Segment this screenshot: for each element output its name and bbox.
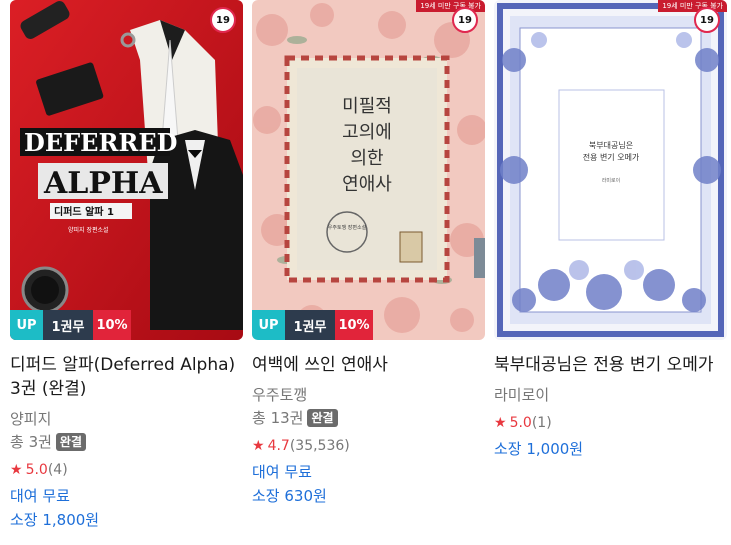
rating: ★ 5.0 (1)	[494, 413, 727, 433]
total-volumes: 총 13권	[252, 409, 304, 427]
book-cover[interactable]: 미필적 고의에 의한 연애사 우주토깽 장편소설 19세 미만 구독 불가 19…	[252, 0, 485, 340]
svg-text:양피지 장편소설: 양피지 장편소설	[68, 226, 109, 234]
svg-text:디퍼드 알파 1: 디퍼드 알파 1	[54, 205, 114, 218]
cover-art: DEFERRED ALPHA 디퍼드 알파 1 양피지 장편소설	[10, 0, 243, 340]
svg-text:ALPHA: ALPHA	[43, 166, 163, 201]
svg-text:고의에: 고의에	[342, 122, 392, 143]
rating-score: 5.0	[25, 462, 48, 478]
buy-price[interactable]: 소장 1,000원	[494, 439, 727, 459]
rating-score: 5.0	[509, 415, 532, 431]
total-volumes: 총 3권	[10, 433, 52, 451]
buy-price[interactable]: 소장 630원	[252, 486, 485, 506]
svg-text:DEFERRED: DEFERRED	[24, 128, 177, 157]
book-author[interactable]: 라미로이	[494, 385, 727, 405]
free-volume-badge: 1권무	[285, 310, 335, 340]
rent-price[interactable]: 대여 무료	[10, 486, 243, 506]
book-cover[interactable]: 북부대공님은 전용 변기 오메가 라미로이 19세 미만 구독 불가 19	[494, 0, 727, 340]
up-badge: UP	[10, 310, 43, 340]
review-count: (35,536)	[289, 438, 350, 454]
buy-price[interactable]: 소장 1,800원	[10, 510, 243, 530]
rating: ★ 5.0 (4)	[10, 460, 243, 480]
svg-text:의한: 의한	[350, 148, 383, 169]
star-icon: ★	[252, 438, 265, 454]
svg-text:연애사: 연애사	[342, 174, 392, 195]
volume-info: 총 3권 완결	[10, 432, 243, 452]
age-19-badge: 19	[210, 7, 236, 33]
age-19-badge: 19	[452, 7, 478, 33]
rating-score: 4.7	[267, 438, 290, 454]
svg-text:미필적: 미필적	[342, 96, 392, 117]
age-19-badge: 19	[694, 7, 720, 33]
promo-badges: UP 1권무 10%	[252, 310, 373, 340]
age-restriction-ribbon: 19세 미만 구독 불가	[658, 0, 727, 12]
age-restriction-ribbon: 19세 미만 구독 불가	[416, 0, 485, 12]
rent-price[interactable]: 대여 무료	[252, 462, 485, 482]
book-title[interactable]: 디퍼드 알파(Deferred Alpha) 3권 (완결)	[10, 353, 243, 401]
promo-badges: UP 1권무 10%	[10, 310, 131, 340]
discount-badge: 10%	[335, 310, 373, 340]
completed-tag: 완결	[55, 433, 87, 451]
book-cover[interactable]: DEFERRED ALPHA 디퍼드 알파 1 양피지 장편소설 19 UP 1…	[10, 0, 243, 340]
book-card[interactable]: 북부대공님은 전용 변기 오메가 라미로이 19세 미만 구독 불가 19 북부…	[494, 0, 727, 459]
svg-text:전용 변기 오메가: 전용 변기 오메가	[583, 152, 640, 162]
book-title[interactable]: 북부대공님은 전용 변기 오메가	[494, 353, 727, 377]
svg-text:북부대공님은: 북부대공님은	[589, 141, 633, 150]
book-author[interactable]: 양피지	[10, 409, 243, 429]
book-title[interactable]: 여백에 쓰인 연애사	[252, 353, 485, 377]
completed-tag: 완결	[307, 409, 338, 427]
book-author[interactable]: 우주토깽	[252, 385, 485, 405]
svg-text:라미로이: 라미로이	[602, 177, 620, 184]
discount-badge: 10%	[93, 310, 131, 340]
book-card[interactable]: DEFERRED ALPHA 디퍼드 알파 1 양피지 장편소설 19 UP 1…	[10, 0, 243, 530]
volume-info: 총 13권 완결	[252, 408, 485, 428]
star-icon: ★	[494, 415, 507, 431]
free-volume-badge: 1권무	[43, 310, 93, 340]
svg-text:우주토깽 장편소설: 우주토깽 장편소설	[328, 224, 367, 231]
cover-art: 북부대공님은 전용 변기 오메가 라미로이	[494, 0, 727, 340]
cover-art: 미필적 고의에 의한 연애사 우주토깽 장편소설	[252, 0, 485, 340]
review-count: (1)	[531, 415, 552, 431]
review-count: (4)	[47, 462, 68, 478]
star-icon: ★	[10, 462, 23, 478]
book-card[interactable]: 미필적 고의에 의한 연애사 우주토깽 장편소설 19세 미만 구독 불가 19…	[252, 0, 485, 506]
up-badge: UP	[252, 310, 285, 340]
rating: ★ 4.7 (35,536)	[252, 436, 485, 456]
